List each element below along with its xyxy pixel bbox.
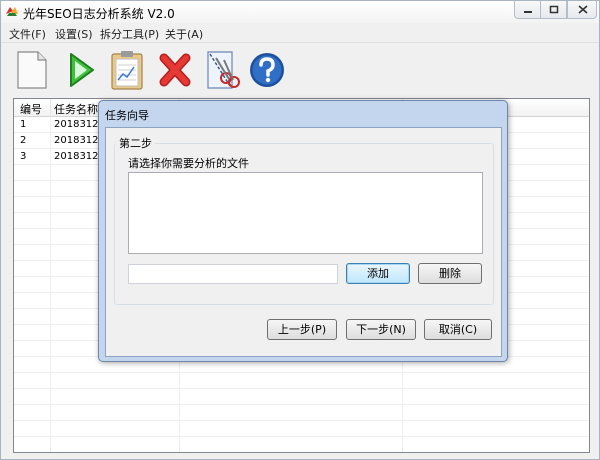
menu-bar: 文件(F) 设置(S) 拆分工具(P) 关于(A) — [1, 23, 599, 43]
step-group-title: 第二步 — [116, 135, 155, 151]
app-logo-icon — [6, 7, 18, 16]
play-icon — [70, 53, 94, 87]
task-wizard-dialog: 任务向导 第二步 请选择你需要分析的文件 添加 删除 上一步(P) 下一步(N)… — [98, 100, 508, 362]
row-id: 3 — [20, 151, 27, 162]
dialog-body: 第二步 请选择你需要分析的文件 添加 删除 上一步(P) 下一步(N) 取消(C… — [105, 127, 502, 357]
row-id: 2 — [20, 135, 27, 146]
menu-file[interactable]: 文件(F) — [9, 26, 46, 42]
empty-row — [14, 373, 589, 389]
close-button[interactable] — [567, 1, 597, 19]
next-step-button[interactable]: 下一步(N) — [346, 319, 416, 340]
window-title: 光年SEO日志分析系统 V2.0 — [23, 7, 175, 21]
file-path-input[interactable] — [128, 264, 338, 284]
menu-settings[interactable]: 设置(S) — [55, 26, 93, 42]
menu-about[interactable]: 关于(A) — [165, 26, 203, 42]
dialog-title: 任务向导 — [105, 109, 149, 122]
empty-row — [14, 421, 589, 437]
prev-step-button[interactable]: 上一步(P) — [267, 319, 337, 340]
minimize-button[interactable] — [514, 1, 541, 19]
toolbar-report-button[interactable] — [107, 48, 147, 92]
toolbar-start-button[interactable] — [61, 48, 101, 92]
menu-split-tools[interactable]: 拆分工具(P) — [100, 26, 159, 42]
new-file-icon — [17, 51, 47, 89]
toolbar — [1, 44, 599, 96]
title-bar: 光年SEO日志分析系统 V2.0 — [1, 1, 599, 23]
empty-row — [14, 389, 589, 405]
split-tool-icon — [207, 51, 240, 89]
column-divider[interactable] — [50, 99, 51, 117]
column-header-task-name[interactable]: 任务名称 — [54, 101, 98, 117]
delete-button[interactable]: 删除 — [418, 263, 482, 284]
delete-x-icon — [159, 53, 191, 87]
toolbar-help-button[interactable] — [247, 48, 287, 92]
minimize-icon — [524, 11, 532, 13]
empty-row — [14, 405, 589, 421]
add-button[interactable]: 添加 — [346, 263, 410, 284]
selected-files-list[interactable] — [128, 172, 483, 254]
maximize-button[interactable] — [540, 1, 567, 19]
cancel-button[interactable]: 取消(C) — [424, 319, 492, 340]
toolbar-split-button[interactable] — [202, 48, 242, 92]
row-id: 1 — [20, 119, 27, 130]
empty-row — [14, 437, 589, 452]
file-prompt: 请选择你需要分析的文件 — [128, 157, 249, 170]
close-icon — [578, 5, 588, 14]
column-header-id[interactable]: 编号 — [20, 101, 42, 117]
toolbar-new-button[interactable] — [12, 48, 52, 92]
maximize-icon — [549, 5, 559, 14]
toolbar-delete-button[interactable] — [155, 48, 195, 92]
app-window: 光年SEO日志分析系统 V2.0 文件(F) 设置(S) 拆分工具(P) 关于(… — [0, 0, 600, 460]
help-icon — [250, 53, 284, 87]
clipboard-report-icon — [111, 51, 143, 90]
